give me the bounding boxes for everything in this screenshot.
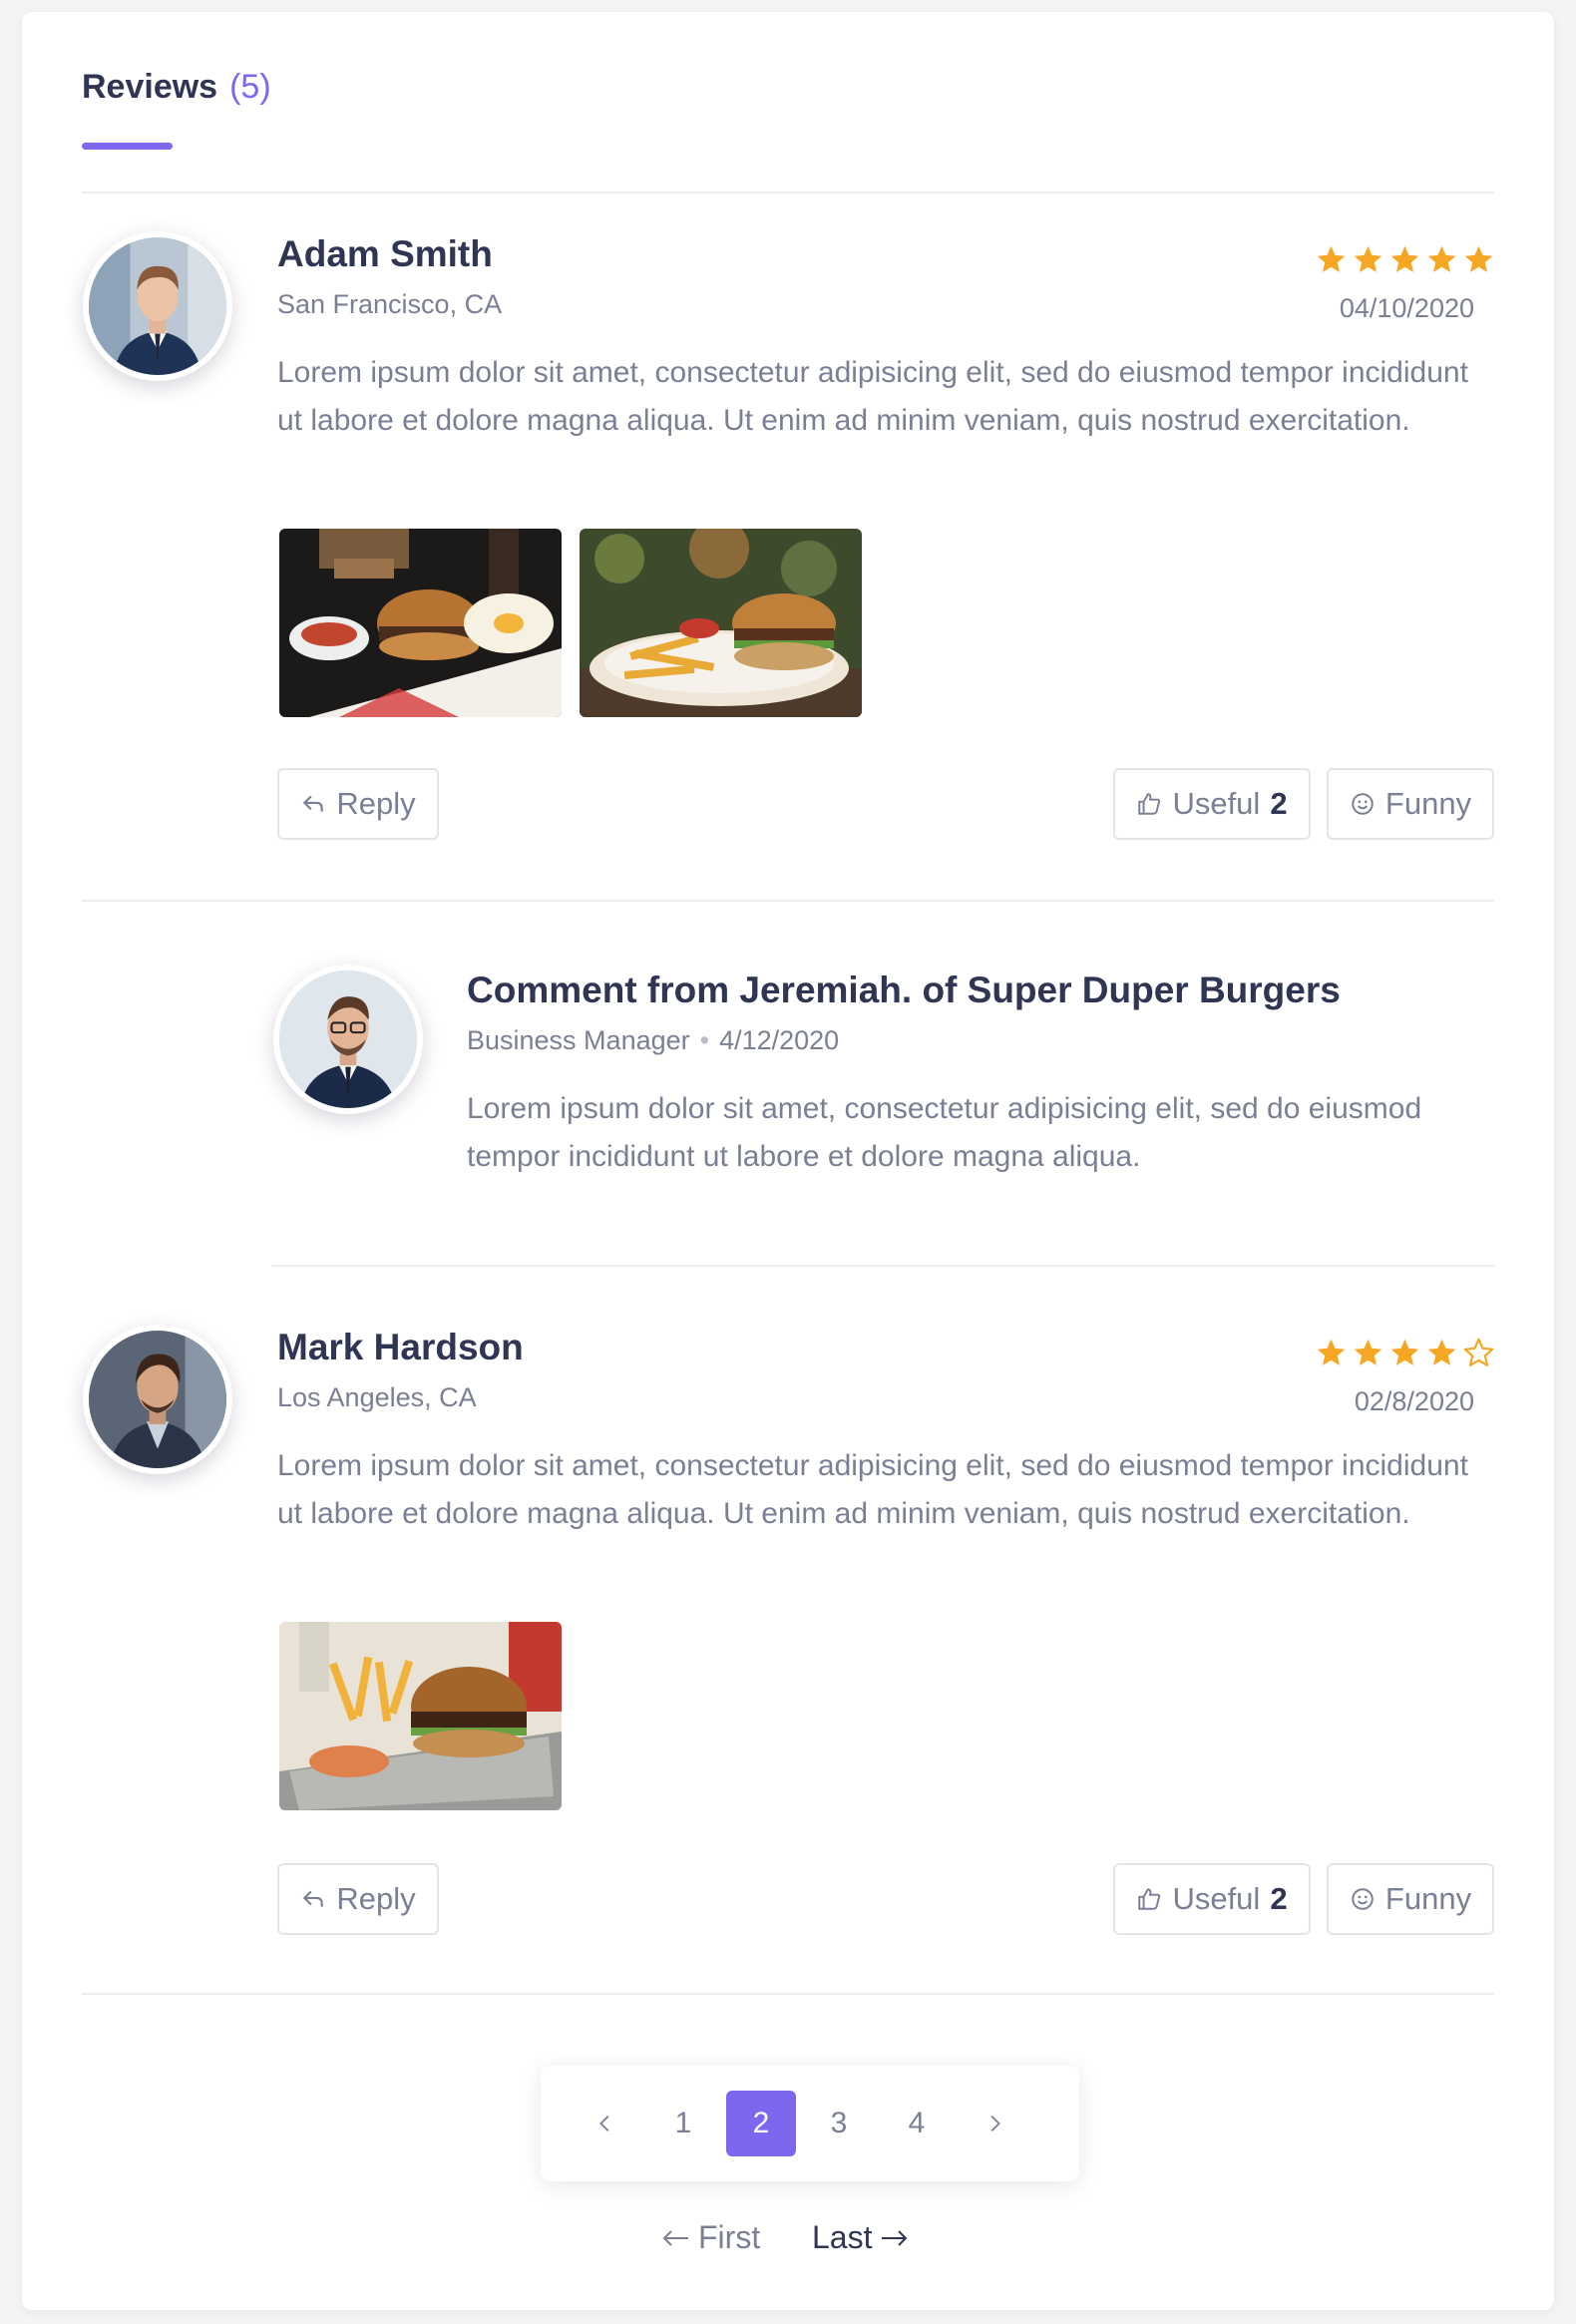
page-button[interactable]: 3 <box>804 2091 874 2156</box>
divider <box>82 900 1494 902</box>
last-page-link[interactable]: Last <box>812 2219 910 2256</box>
pagination: 1 2 3 4 <box>541 2066 1079 2181</box>
useful-label: Useful <box>1172 786 1261 821</box>
thumbs-up-icon <box>1138 793 1161 815</box>
divider <box>271 1265 1494 1267</box>
star-filled-icon <box>1427 245 1456 272</box>
funny-button[interactable]: Funny <box>1327 768 1494 840</box>
thumbs-up-icon <box>1138 1888 1161 1910</box>
review-date: 04/10/2020 <box>1339 293 1474 323</box>
funny-label: Funny <box>1384 786 1472 821</box>
star-filled-icon <box>1354 245 1382 272</box>
reviews-title: Reviews <box>82 68 218 106</box>
star-empty-icon <box>1463 1338 1494 1366</box>
first-page-link[interactable]: First <box>660 2219 760 2256</box>
page-number: 4 <box>908 2107 926 2139</box>
next-page-button[interactable] <box>960 2091 1029 2156</box>
useful-button[interactable]: Useful 2 <box>1113 768 1311 840</box>
review-photo[interactable] <box>580 529 862 717</box>
funny-label: Funny <box>1384 1881 1472 1916</box>
reply-meta: Business Manager • 4/12/2020 <box>467 1025 840 1055</box>
reviewer-name[interactable]: Adam Smith <box>277 233 493 275</box>
reply-date: 4/12/2020 <box>719 1025 840 1055</box>
funny-button[interactable]: Funny <box>1327 1863 1494 1935</box>
useful-count: 2 <box>1270 786 1288 821</box>
divider <box>82 1993 1494 1995</box>
page-number: 3 <box>830 2107 848 2139</box>
smile-icon <box>1352 1888 1374 1910</box>
arrow-right-icon <box>882 2229 908 2246</box>
reviewer-name[interactable]: Mark Hardson <box>277 1327 524 1368</box>
avatar[interactable] <box>83 1325 232 1474</box>
first-label: First <box>698 2219 761 2255</box>
page-button-current[interactable]: 2 <box>726 2091 796 2156</box>
useful-label: Useful <box>1172 1881 1261 1916</box>
star-filled-icon <box>1464 245 1493 272</box>
review-photo[interactable] <box>279 529 562 717</box>
review-text: Lorem ipsum dolor sit amet, consectetur … <box>277 1449 1468 1530</box>
useful-button[interactable]: Useful 2 <box>1113 1863 1311 1935</box>
reply-text: Lorem ipsum dolor sit amet, consectetur … <box>467 1092 1422 1173</box>
review-photo[interactable] <box>279 1622 562 1810</box>
chevron-left-icon <box>599 2116 609 2131</box>
star-filled-icon <box>1354 1339 1382 1365</box>
tab-active-indicator <box>82 143 173 150</box>
reviewer-location: San Francisco, CA <box>277 289 503 319</box>
star-filled-icon <box>1317 1339 1346 1365</box>
page-number: 2 <box>752 2107 770 2139</box>
page-number: 1 <box>674 2107 692 2139</box>
avatar[interactable] <box>83 231 232 381</box>
reply-icon <box>303 795 324 812</box>
star-rating <box>1315 243 1495 276</box>
star-rating <box>1315 1337 1495 1369</box>
reviewer-location: Los Angeles, CA <box>277 1382 477 1412</box>
reply-icon <box>303 1890 324 1907</box>
page-button[interactable]: 4 <box>882 2091 952 2156</box>
reply-button[interactable]: Reply <box>277 768 439 840</box>
star-filled-icon <box>1390 245 1419 272</box>
page-button[interactable]: 1 <box>648 2091 718 2156</box>
reviews-card: Reviews (5) Adam Smith San Francisco, CA … <box>22 12 1554 2310</box>
reviews-tab[interactable]: Reviews (5) <box>82 68 271 107</box>
divider <box>82 192 1494 194</box>
review-date: 02/8/2020 <box>1354 1386 1474 1416</box>
arrow-left-icon <box>662 2229 688 2246</box>
reply-label: Reply <box>336 1881 416 1916</box>
star-filled-icon <box>1427 1339 1456 1365</box>
reply-label: Reply <box>336 786 416 821</box>
useful-count: 2 <box>1270 1881 1288 1916</box>
star-filled-icon <box>1317 245 1346 272</box>
star-filled-icon <box>1390 1339 1419 1365</box>
reply-role: Business Manager <box>467 1025 690 1055</box>
chevron-right-icon <box>990 2116 1000 2131</box>
reply-button[interactable]: Reply <box>277 1863 439 1935</box>
reviews-count: (5) <box>229 68 271 106</box>
last-label: Last <box>812 2219 873 2255</box>
smile-icon <box>1352 793 1374 815</box>
prev-page-button[interactable] <box>571 2091 640 2156</box>
reply-title: Comment from Jeremiah. of Super Duper Bu… <box>467 969 1341 1010</box>
review-text: Lorem ipsum dolor sit amet, consectetur … <box>277 356 1468 437</box>
avatar[interactable] <box>273 965 423 1114</box>
